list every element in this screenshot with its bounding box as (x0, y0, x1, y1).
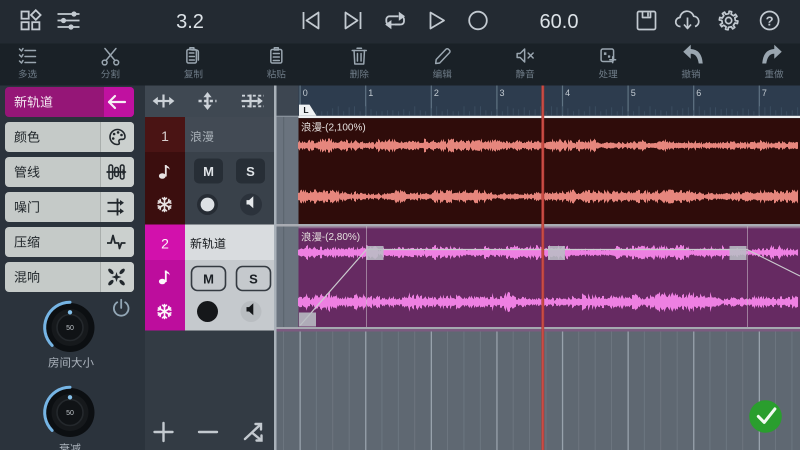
svg-text:1: 1 (161, 128, 169, 144)
svg-text:M: M (203, 272, 214, 287)
svg-text:S: S (249, 272, 258, 287)
svg-text:-(2,80%): -(2,80%) (322, 232, 360, 243)
svg-text:?: ? (766, 13, 774, 28)
svg-text:1: 1 (368, 88, 373, 98)
svg-text:0: 0 (303, 88, 308, 98)
svg-text:3.2: 3.2 (176, 11, 204, 33)
svg-text:L: L (303, 105, 308, 115)
svg-text:S: S (246, 164, 255, 179)
svg-text:4: 4 (565, 88, 570, 98)
svg-text:7: 7 (762, 88, 767, 98)
svg-text:5: 5 (631, 88, 636, 98)
svg-text:6: 6 (696, 88, 701, 98)
svg-text:3: 3 (500, 88, 505, 98)
svg-text:50: 50 (66, 325, 74, 332)
svg-text:-(2,100%): -(2,100%) (322, 122, 366, 133)
svg-text:2: 2 (434, 88, 439, 98)
svg-text:2: 2 (161, 236, 169, 252)
svg-text:60.0: 60.0 (540, 11, 579, 33)
svg-text:50: 50 (66, 410, 74, 417)
svg-text:M: M (203, 164, 214, 179)
